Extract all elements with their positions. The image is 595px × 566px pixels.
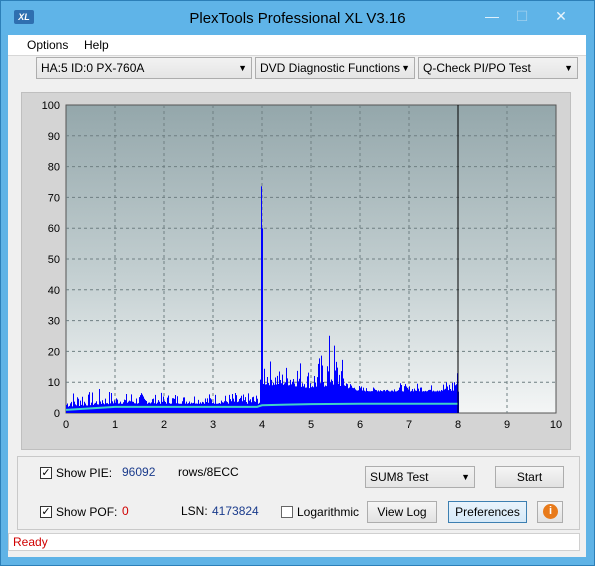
sum-test-select[interactable]: SUM8 Test ▼ — [365, 466, 475, 488]
client-area: Options Help HA:5 ID:0 PX-760A ▼ DVD Dia… — [8, 35, 586, 557]
y-tick-label: 20 — [48, 346, 60, 358]
test-select-value: Q-Check PI/PO Test — [423, 61, 531, 75]
pie-value: 96092 — [122, 465, 156, 479]
y-axis-ticks: 0 10 20 30 40 50 60 70 80 90 100 — [42, 100, 60, 420]
app-window: XL PlexTools Professional XL V3.16 — ☐ ✕… — [0, 0, 595, 566]
pof-value: 0 — [122, 504, 129, 518]
x-tick-label: 2 — [161, 419, 167, 431]
y-tick-label: 50 — [48, 254, 60, 266]
start-button[interactable]: Start — [495, 466, 564, 488]
x-tick-label: 5 — [308, 419, 314, 431]
x-axis-ticks: 0 1 2 3 4 5 6 7 8 9 10 — [63, 419, 562, 431]
pie-unit: rows/8ECC — [178, 465, 239, 479]
preferences-button[interactable]: Preferences — [448, 501, 527, 523]
y-tick-label: 30 — [48, 316, 60, 328]
show-pie-label: Show PIE: — [56, 466, 113, 480]
x-tick-label: 9 — [504, 419, 510, 431]
y-tick-label: 40 — [48, 285, 60, 297]
logarithmic-label: Logarithmic — [297, 505, 360, 519]
x-tick-label: 1 — [112, 419, 118, 431]
x-tick-label: 4 — [259, 419, 265, 431]
show-pof-checkbox[interactable]: ✓ — [40, 506, 52, 518]
function-select[interactable]: DVD Diagnostic Functions ▼ — [255, 57, 415, 79]
y-tick-label: 60 — [48, 223, 60, 235]
show-pof-label: Show POF: — [56, 505, 118, 519]
lsn-value: 4173824 — [212, 504, 259, 518]
chevron-down-icon: ▼ — [238, 63, 247, 73]
x-tick-label: 3 — [210, 419, 216, 431]
info-icon: i — [543, 504, 558, 519]
logarithmic-checkbox[interactable] — [281, 506, 293, 518]
chevron-down-icon: ▼ — [461, 472, 470, 482]
menu-options[interactable]: Options — [27, 38, 68, 52]
x-tick-label: 7 — [406, 419, 412, 431]
y-tick-label: 100 — [42, 100, 60, 112]
chart-frame: 0 10 20 30 40 50 60 70 80 90 100 0 1 2 3 4 5 6 7 8 9 10 — [21, 92, 571, 450]
y-tick-label: 10 — [48, 377, 60, 389]
chevron-down-icon: ▼ — [401, 63, 410, 73]
lsn-label: LSN: — [181, 504, 208, 518]
view-log-button[interactable]: View Log — [367, 501, 437, 523]
minimize-button[interactable]: — — [477, 6, 507, 28]
test-select[interactable]: Q-Check PI/PO Test ▼ — [418, 57, 578, 79]
y-tick-label: 70 — [48, 192, 60, 204]
chevron-down-icon: ▼ — [564, 63, 573, 73]
x-tick-label: 8 — [455, 419, 461, 431]
title-bar[interactable]: XL PlexTools Professional XL V3.16 — ☐ ✕ — [1, 1, 594, 35]
x-tick-label: 10 — [550, 419, 562, 431]
menu-bar: Options Help — [8, 35, 586, 55]
function-select-value: DVD Diagnostic Functions — [260, 61, 401, 75]
menu-separator — [8, 55, 586, 56]
sum-test-value: SUM8 Test — [370, 470, 429, 484]
y-tick-label: 80 — [48, 162, 60, 174]
y-tick-label: 0 — [54, 408, 60, 420]
info-button[interactable]: i — [537, 501, 563, 523]
drive-select-value: HA:5 ID:0 PX-760A — [41, 61, 145, 75]
pi-po-chart: 0 10 20 30 40 50 60 70 80 90 100 0 1 2 3 4 5 6 7 8 9 10 — [42, 100, 562, 431]
controls-panel: ✓ Show PIE: 96092 rows/8ECC SUM8 Test ▼ … — [17, 456, 580, 530]
close-button[interactable]: ✕ — [539, 6, 583, 28]
status-bar: Ready — [8, 533, 580, 551]
x-tick-label: 0 — [63, 419, 69, 431]
y-tick-label: 90 — [48, 131, 60, 143]
menu-help[interactable]: Help — [84, 38, 109, 52]
x-tick-label: 6 — [357, 419, 363, 431]
show-pie-checkbox[interactable]: ✓ — [40, 467, 52, 479]
drive-select[interactable]: HA:5 ID:0 PX-760A ▼ — [36, 57, 252, 79]
maximize-button[interactable]: ☐ — [507, 6, 537, 28]
